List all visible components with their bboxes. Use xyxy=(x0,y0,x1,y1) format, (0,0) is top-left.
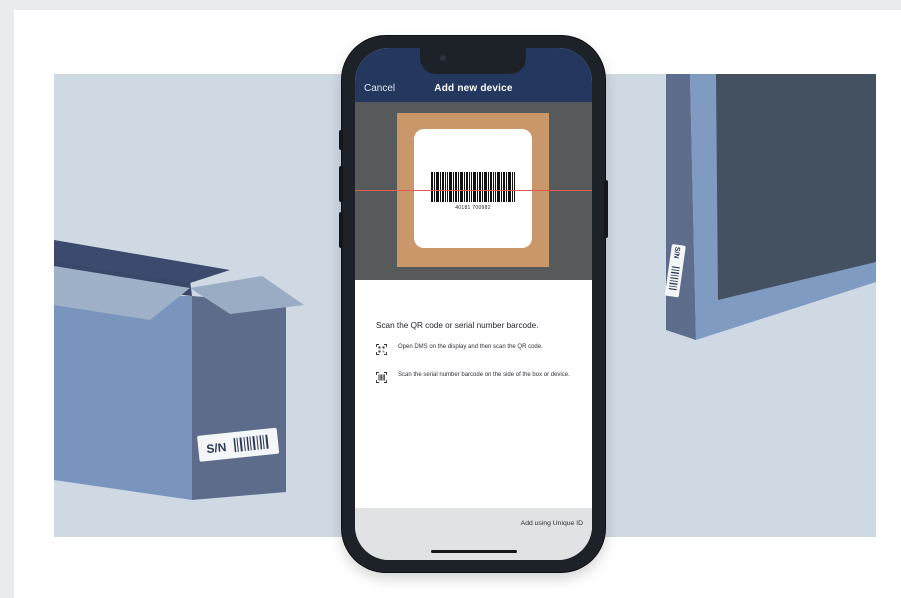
device-unit: S/N xyxy=(665,74,876,340)
phone-volume-up-button xyxy=(339,166,343,202)
barcode-number: 40181 700982 xyxy=(455,205,491,211)
barcode-graphic xyxy=(431,172,515,202)
instructions-panel: Scan the QR code or serial number barcod… xyxy=(355,280,592,508)
illustration-canvas: S/N S/N Cancel Add new device 40181 7009… xyxy=(0,0,901,598)
screen-footer: Add using Unique ID xyxy=(355,508,592,560)
phone-device: Cancel Add new device 40181 700982 Scan … xyxy=(339,36,608,572)
box-front-face xyxy=(54,296,192,500)
qr-code-icon xyxy=(376,344,387,355)
phone-notch xyxy=(420,48,526,74)
add-using-unique-id-button[interactable]: Add using Unique ID xyxy=(521,520,583,527)
cardboard-box: S/N xyxy=(54,240,304,500)
instruction-text: Scan the serial number barcode on the si… xyxy=(398,372,570,378)
instructions-title: Scan the QR code or serial number barcod… xyxy=(376,321,539,330)
camera-viewfinder[interactable]: 40181 700982 xyxy=(355,102,592,280)
instruction-text: Open DMS on the display and then scan th… xyxy=(398,344,543,350)
phone-power-button xyxy=(604,180,608,238)
front-camera xyxy=(440,55,446,61)
device-screen-face xyxy=(716,74,876,300)
phone-screen: Cancel Add new device 40181 700982 Scan … xyxy=(355,48,592,560)
scan-line xyxy=(355,190,592,191)
phone-volume-down-button xyxy=(339,212,343,248)
phone-mute-switch xyxy=(339,130,343,150)
barcode-scan-icon xyxy=(376,372,387,383)
page-title: Add new device xyxy=(434,83,513,94)
box-label-text: S/N xyxy=(206,440,227,456)
barcode-label: 40181 700982 xyxy=(414,129,532,248)
home-indicator[interactable] xyxy=(431,550,517,553)
box-side-face xyxy=(192,296,286,500)
